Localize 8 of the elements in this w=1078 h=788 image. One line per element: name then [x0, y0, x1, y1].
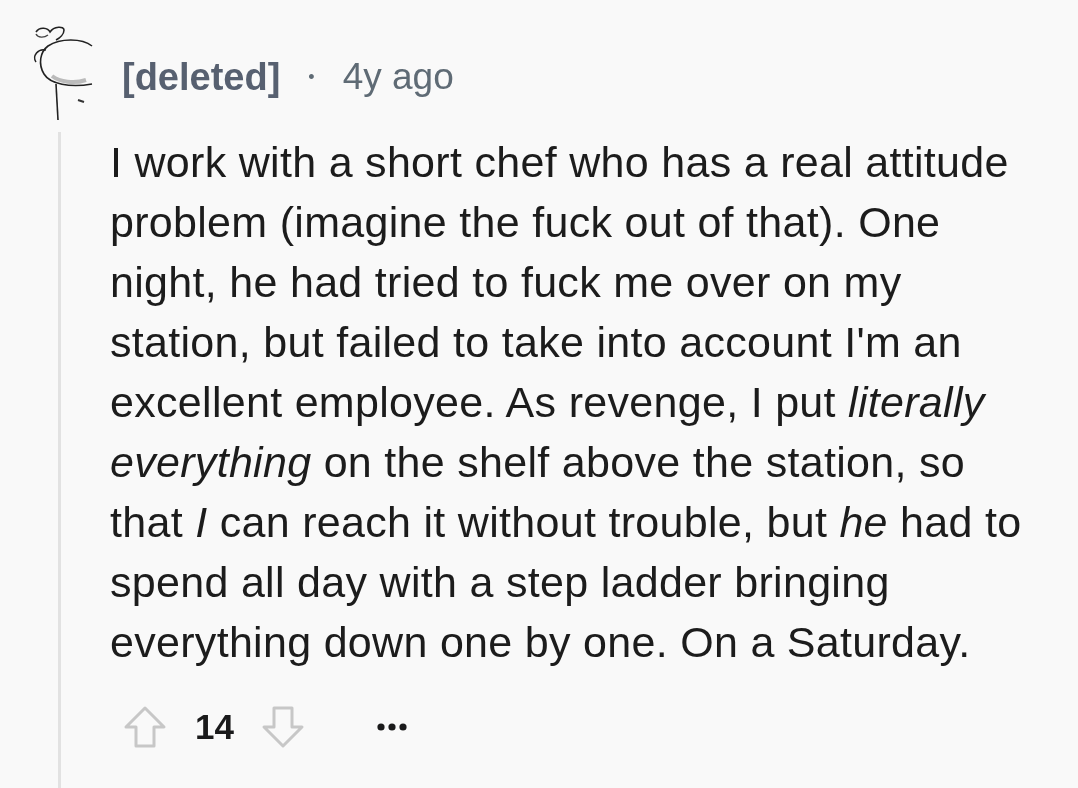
more-options-icon[interactable]: [376, 723, 407, 731]
timestamp: 4y ago: [342, 56, 454, 98]
downvote-arrow-icon[interactable]: [260, 705, 305, 749]
vote-score: 14: [195, 707, 234, 747]
author-name[interactable]: [deleted]: [122, 55, 281, 99]
upvote-arrow-icon[interactable]: [123, 705, 167, 749]
separator-dot: •: [308, 66, 315, 88]
comment-text: I work with a short chef who has a real attitude problem (imagine the fuck out of that). One night, he had tried to fuck me over on my station, but failed to take into account I'm an excellent employee. As revenge, I put literally everything on the shelf above the station, so that I can reach it without trouble, but he had to spend all day with a step ladder bringing everything down one by one. On a Saturday.: [110, 137, 1023, 668]
